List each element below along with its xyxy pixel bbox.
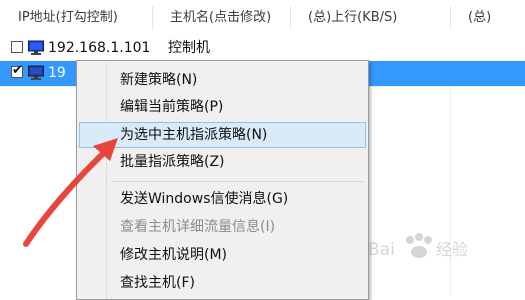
- menu-item-new-policy[interactable]: 新建策略(N): [79, 67, 366, 93]
- row-checkbox-checked[interactable]: ✔: [11, 63, 23, 78]
- menu-item-batch-assign[interactable]: 批量指派策略(Z): [79, 149, 366, 175]
- list-header: IP地址(打勾控制) 主机名(点击修改) (总)上行(KB/S) (总): [0, 0, 525, 37]
- checkmark-icon: ✔: [12, 63, 23, 78]
- ip-address: 19: [48, 65, 66, 81]
- column-header-hostname[interactable]: 主机名(点击修改): [152, 0, 290, 36]
- menu-item-find-host[interactable]: 查找主机(F): [79, 270, 366, 296]
- row-checkbox[interactable]: [11, 41, 23, 53]
- menu-item-send-message[interactable]: 发送Windows信使消息(G): [79, 186, 366, 212]
- column-header-ip[interactable]: IP地址(打勾控制): [0, 0, 152, 36]
- menu-item-edit-description[interactable]: 修改主机说明(M): [79, 242, 366, 268]
- monitor-icon: [28, 40, 44, 55]
- menu-item-view-traffic: 查看主机详细流量信息(I): [120, 219, 276, 235]
- ip-address: 192.168.1.101: [48, 40, 151, 56]
- menu-item-assign-policy[interactable]: 为选中主机指派策略(N): [79, 122, 366, 148]
- column-header-total[interactable]: (总): [450, 0, 525, 36]
- watermark-logo: Bai 经验: [366, 228, 516, 268]
- menu-separator: [111, 181, 363, 182]
- context-menu: 新建策略(N) 编辑当前策略(P) 为选中主机指派策略(N) 批量指派策略(Z)…: [76, 60, 369, 300]
- column-header-upload[interactable]: (总)上行(KB/S): [290, 0, 450, 36]
- svg-text:经验: 经验: [436, 240, 468, 259]
- monitor-icon: [28, 65, 44, 80]
- hostname[interactable]: 控制机: [168, 36, 210, 61]
- svg-text:Bai: Bai: [368, 240, 395, 260]
- baidu-paw-icon: Bai 经验: [368, 233, 468, 260]
- menu-item-edit-policy[interactable]: 编辑当前策略(P): [79, 94, 366, 120]
- table-row[interactable]: 192.168.1.101 控制机: [0, 36, 525, 61]
